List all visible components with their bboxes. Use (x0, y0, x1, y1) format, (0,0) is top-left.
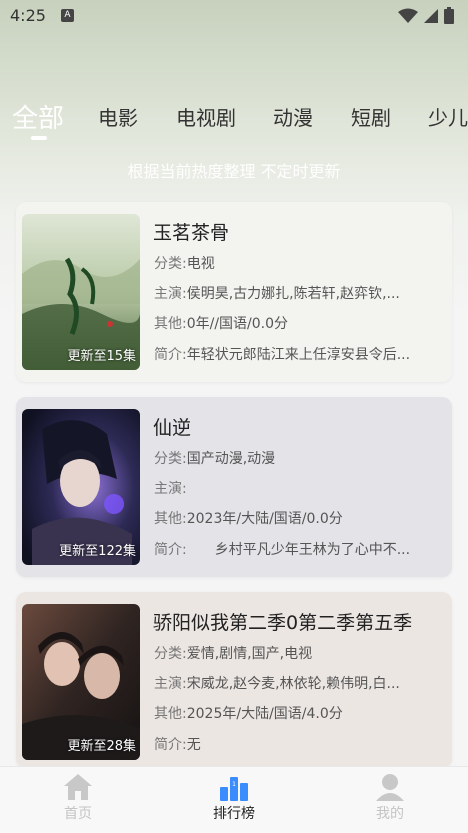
ranking-card[interactable]: 更新至122集 仙逆 分类:国产动漫,动漫 主演: 其他:2023年/大陆/国语… (16, 397, 452, 577)
other-label: 其他: (154, 706, 187, 722)
category-label: 分类: (154, 451, 187, 467)
intro-label: 简介: (154, 347, 187, 363)
update-badge: 更新至122集 (59, 544, 136, 559)
category-label: 分类: (154, 256, 187, 272)
cast-label: 主演: (154, 286, 187, 302)
home-icon (64, 774, 92, 800)
battery-icon (444, 7, 454, 24)
bottom-navigation: 首页 1 排行榜 我的 (0, 766, 468, 833)
category-row: 分类:爱情,剧情,国产,电视 (154, 643, 446, 663)
ranking-card[interactable]: 更新至15集 玉茗茶骨 分类:电视 主演:侯明昊,古力娜扎,陈若轩,赵弈钦,..… (16, 202, 452, 382)
intro-row: 简介: 乡村平凡少年王林为了心中不... (154, 539, 446, 559)
cast-value: 侯明昊,古力娜扎,陈若轩,赵弈钦,... (186, 286, 400, 302)
active-tab-indicator (31, 136, 47, 140)
category-value: 国产动漫,动漫 (186, 451, 276, 467)
intro-value: 无 (186, 737, 201, 753)
nav-ranking-label: 排行榜 (213, 806, 255, 822)
svg-text:1: 1 (232, 781, 236, 788)
card-title: 玉茗茶骨 (153, 222, 230, 244)
intro-value: 年轻状元郎陆江来上任淳安县令后... (186, 347, 411, 363)
tab-movie[interactable]: 电影 (98, 102, 138, 131)
update-badge: 更新至28集 (67, 739, 136, 754)
category-tabs: 全部 电影 电视剧 动漫 短剧 少儿 (0, 92, 468, 144)
poster-image: 更新至28集 (22, 604, 140, 760)
page-subtitle: 根据当前热度整理 不定时更新 (127, 162, 341, 181)
nav-profile[interactable]: 我的 (350, 773, 430, 823)
tab-anime[interactable]: 动漫 (273, 102, 313, 131)
category-row: 分类:国产动漫,动漫 (154, 448, 446, 468)
other-value: 0年//国语/0.0分 (186, 316, 289, 332)
category-value: 电视 (186, 256, 215, 272)
tab-short-drama[interactable]: 短剧 (351, 102, 391, 131)
nav-profile-label: 我的 (376, 806, 404, 822)
nav-home-label: 首页 (64, 806, 92, 822)
other-value: 2023年/大陆/国语/0.0分 (186, 511, 343, 527)
intro-value: 乡村平凡少年王林为了心中不... (186, 542, 411, 558)
status-icons (398, 7, 454, 24)
other-row: 其他:0年//国语/0.0分 (154, 313, 446, 333)
status-time: 4:25 (10, 6, 46, 25)
other-label: 其他: (154, 511, 187, 527)
cast-row: 主演: (154, 478, 446, 498)
other-value: 2025年/大陆/国语/4.0分 (186, 706, 343, 722)
ranking-card[interactable]: 更新至28集 骄阳似我第二季0第二季第五季 分类:爱情,剧情,国产,电视 主演:… (16, 592, 452, 768)
tab-all[interactable]: 全部 (12, 98, 64, 135)
cast-row: 主演:侯明昊,古力娜扎,陈若轩,赵弈钦,... (154, 283, 446, 303)
category-row: 分类:电视 (154, 253, 446, 273)
intro-label: 简介: (154, 542, 187, 558)
card-title: 骄阳似我第二季0第二季第五季 (153, 612, 413, 634)
cast-label: 主演: (154, 676, 187, 692)
tab-kids[interactable]: 少儿 (428, 102, 468, 131)
cast-value: 宋威龙,赵今麦,林依轮,赖伟明,白... (186, 676, 400, 692)
intro-row: 简介:年轻状元郎陆江来上任淳安县令后... (154, 344, 446, 364)
ranking-icon: 1 (220, 777, 248, 801)
nav-ranking[interactable]: 1 排行榜 (194, 773, 274, 823)
other-row: 其他:2025年/大陆/国语/4.0分 (154, 703, 446, 723)
tab-tv-series[interactable]: 电视剧 (176, 102, 236, 131)
status-bar: 4:25 A (0, 0, 468, 32)
cast-label: 主演: (154, 481, 187, 497)
intro-label: 简介: (154, 737, 187, 753)
wifi-icon (398, 8, 418, 23)
user-icon (376, 774, 404, 801)
signal-icon (424, 8, 438, 23)
category-label: 分类: (154, 646, 187, 662)
update-badge: 更新至15集 (67, 349, 136, 364)
nav-home[interactable]: 首页 (38, 773, 118, 823)
cast-row: 主演:宋威龙,赵今麦,林依轮,赖伟明,白... (154, 673, 446, 693)
category-value: 爱情,剧情,国产,电视 (186, 646, 313, 662)
other-label: 其他: (154, 316, 187, 332)
card-title: 仙逆 (153, 417, 192, 439)
other-row: 其他:2023年/大陆/国语/0.0分 (154, 508, 446, 528)
intro-row: 简介:无 (154, 734, 446, 754)
poster-image: 更新至15集 (22, 214, 140, 370)
notification-a-icon: A (61, 9, 74, 22)
poster-image: 更新至122集 (22, 409, 140, 565)
